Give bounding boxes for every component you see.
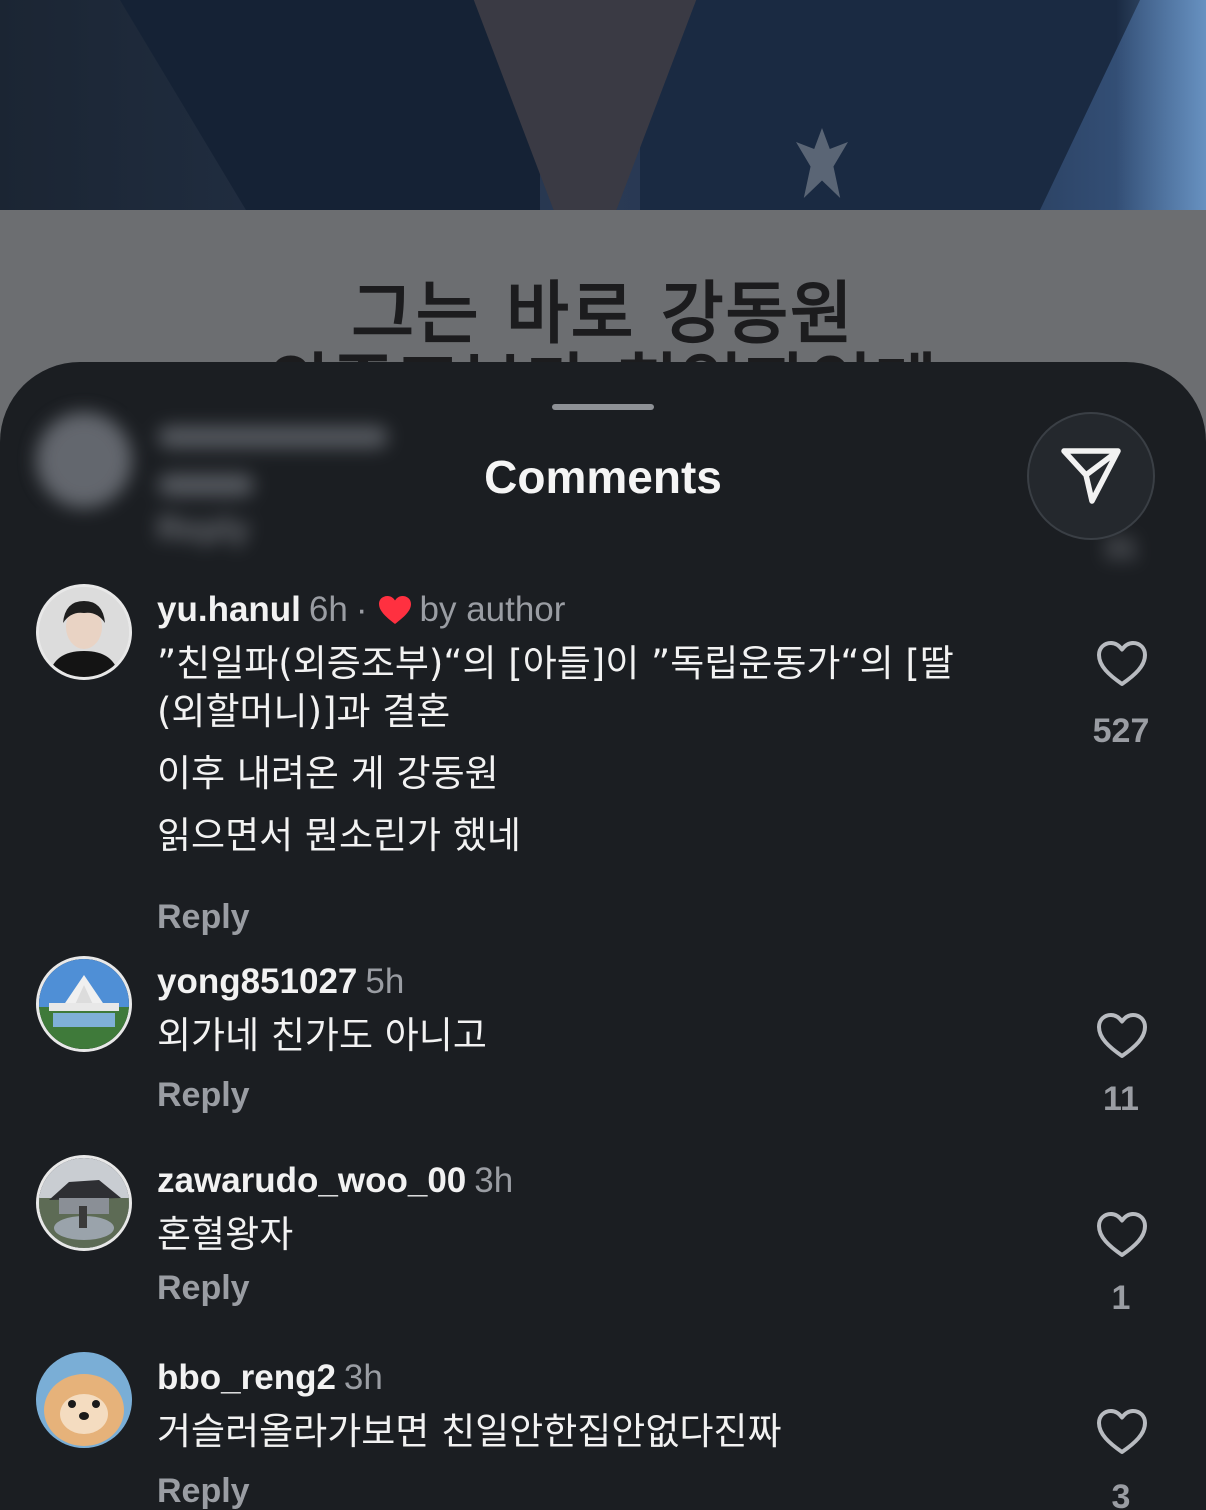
like-count: 11: [1103, 1080, 1139, 1118]
share-button[interactable]: [1027, 412, 1155, 540]
avatar[interactable]: [36, 1352, 132, 1448]
heart-icon[interactable]: [1096, 640, 1148, 688]
avatar-image: [39, 587, 129, 677]
username[interactable]: zawarudo_woo_00: [157, 1161, 466, 1200]
comment-meta: yong851027 5h: [157, 962, 404, 1002]
author-heart-icon: [378, 594, 412, 634]
timestamp: 3h: [474, 1161, 514, 1200]
comment-text: 거슬러올라가보면 친일안한집안없다진짜: [157, 1408, 1037, 1456]
comment-line: (외할머니)]과 결혼: [157, 690, 451, 733]
comment-line: 외가네 친가도 아니고: [157, 1014, 487, 1057]
avatar[interactable]: [36, 1155, 132, 1251]
username[interactable]: yong851027: [157, 962, 357, 1001]
timestamp: 5h: [365, 962, 405, 1001]
heart-icon[interactable]: [1096, 1012, 1148, 1060]
heart-icon[interactable]: [1096, 1211, 1148, 1259]
send-icon: [1061, 448, 1121, 504]
comment-meta: bbo_reng2 3h: [157, 1358, 383, 1398]
like-count: 527: [1092, 712, 1150, 750]
comment-line: 읽으면서 뭔소린가 했네: [157, 814, 521, 857]
avatar-image: [39, 1158, 129, 1248]
comment-text: 혼혈왕자: [157, 1211, 1037, 1259]
reply-button[interactable]: Reply: [157, 1472, 250, 1510]
reply-button[interactable]: Reply: [157, 898, 250, 937]
reply-button[interactable]: Reply: [157, 1269, 250, 1308]
blurred-username: [158, 426, 388, 448]
avatar-image: [36, 1352, 132, 1448]
username[interactable]: bbo_reng2: [157, 1358, 336, 1397]
timestamp: 3h: [343, 1358, 383, 1397]
avatar[interactable]: [36, 956, 132, 1052]
separator: ·: [355, 590, 368, 629]
drag-handle[interactable]: [552, 404, 654, 410]
comment-text: 외가네 친가도 아니고: [157, 1012, 1037, 1060]
timestamp: 6h: [308, 590, 348, 629]
reply-button: Reply: [157, 510, 250, 548]
reply-button[interactable]: Reply: [157, 1076, 250, 1115]
suit-right: [640, 0, 1140, 210]
comments-sheet: Reply 3 1 Comments yu.hanul 6h · by author: [0, 362, 1206, 1510]
comment-line: 거슬러올라가보면 친일안한집안없다진짜: [157, 1410, 782, 1453]
sheet-title: Comments: [484, 451, 722, 503]
avatar-image: [39, 959, 129, 1049]
like-count: 1: [1111, 1279, 1131, 1317]
liked-by-author-label: by author: [419, 590, 566, 629]
app-screen: 그는 바로 강동원 외증조부가 친일파인데 Reply 31 Comments: [0, 0, 1206, 1510]
username[interactable]: yu.hanul: [157, 590, 301, 629]
comment-meta: zawarudo_woo_00 3h: [157, 1161, 513, 1201]
avatar[interactable]: [36, 584, 132, 680]
comment-text: ”친일파(외증조부)“의 [아들]이 ”독립운동가“의 [딸 (외할머니)]과 …: [157, 640, 1037, 860]
comment-line: ”친일파(외증조부)“의 [아들]이 ”독립운동가“의 [딸: [157, 642, 954, 685]
suit-left: [120, 0, 540, 210]
heart-icon[interactable]: [1096, 1408, 1148, 1456]
comment-line: 이후 내려온 게 강동원: [157, 752, 499, 795]
background-light: [1116, 0, 1206, 210]
comment-meta: yu.hanul 6h · by author: [157, 590, 565, 634]
like-count: 3: [1111, 1478, 1131, 1510]
post-photo: [0, 0, 1206, 210]
comment-line: 혼혈왕자: [157, 1213, 294, 1256]
